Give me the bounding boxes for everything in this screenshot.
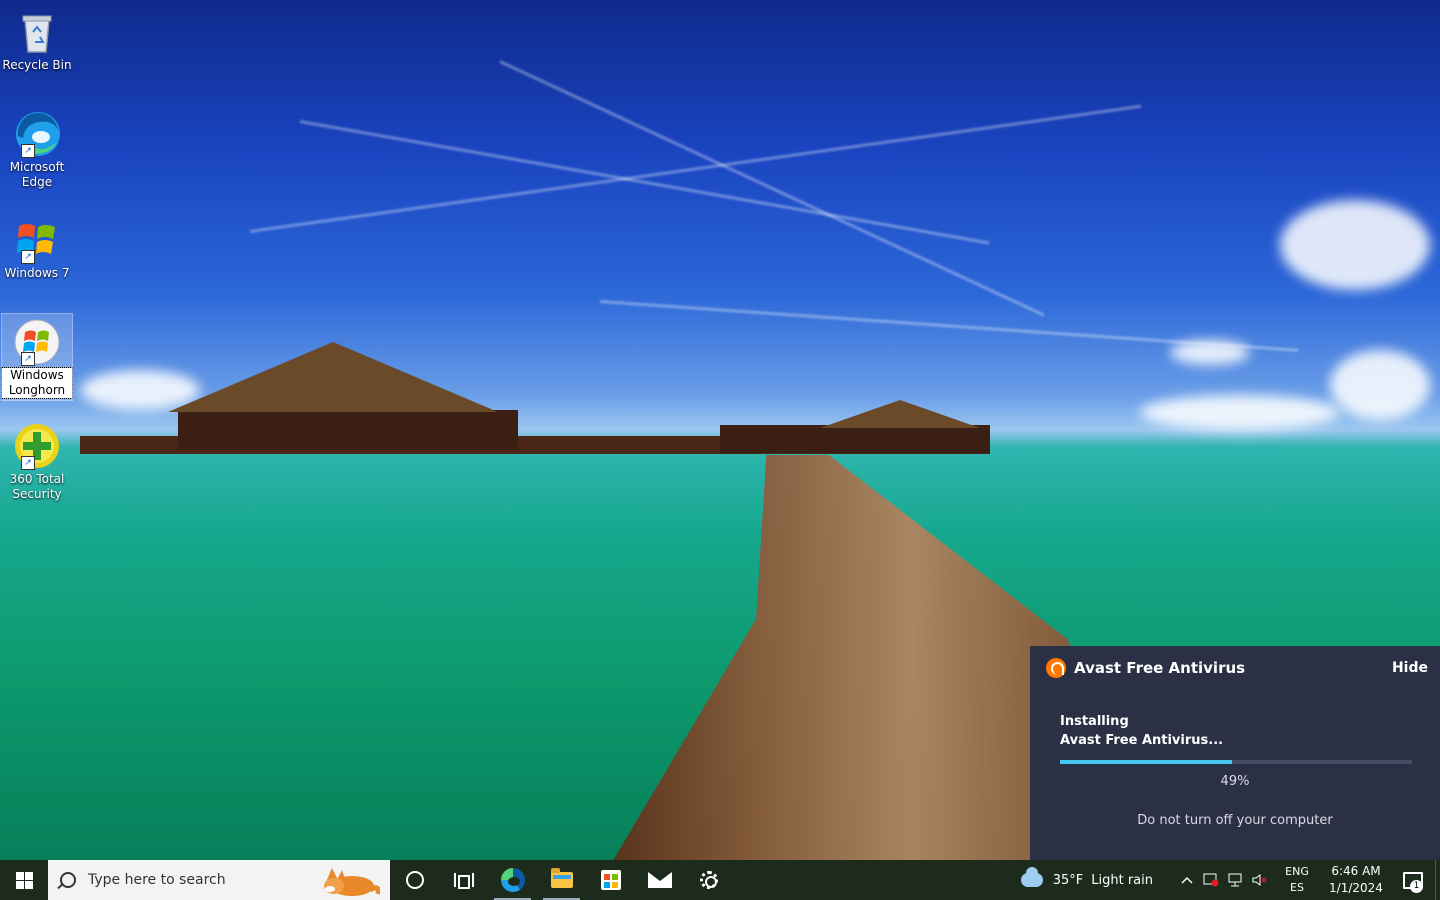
- install-progress-bar: [1060, 760, 1412, 764]
- weather-temp: 35°F: [1052, 872, 1084, 888]
- search-icon: [60, 872, 76, 888]
- rain-cloud-icon: [1020, 867, 1043, 887]
- security-alert-icon[interactable]: [1199, 860, 1223, 900]
- edge-icon: ↗: [13, 110, 61, 158]
- edge-icon: [500, 868, 525, 892]
- shortcut-arrow-icon: ↗: [21, 144, 35, 158]
- sky-streak: [249, 104, 1142, 233]
- task-view-button[interactable]: [439, 860, 488, 900]
- taskbar-settings-button[interactable]: [684, 860, 733, 900]
- settings-icon: [699, 871, 718, 889]
- shortcut-arrow-icon: ↗: [21, 352, 35, 366]
- task-view-icon: [453, 873, 474, 889]
- action-center-button[interactable]: 1: [1391, 860, 1435, 900]
- search-placeholder: Type here to search: [88, 872, 226, 888]
- notification-count-badge: 1: [1410, 880, 1423, 893]
- install-status-line: Installing: [1060, 714, 1129, 729]
- desktop-icon-recycle-bin[interactable]: Recycle Bin: [2, 4, 72, 76]
- shortcut-arrow-icon: ↗: [21, 456, 35, 470]
- fox-search-highlight-icon: [324, 868, 380, 896]
- avast-header: Avast Free Antivirus Hide: [1046, 656, 1428, 680]
- system-tray: ENG ES 6:46 AM 1/1/2024 1: [1175, 860, 1440, 900]
- start-button[interactable]: [0, 860, 48, 900]
- desktop-icon-label: Microsoft Edge: [9, 160, 65, 189]
- clock-date: 1/1/2024: [1329, 881, 1383, 895]
- taskbar-store-button[interactable]: [586, 860, 635, 900]
- taskbar-right-area: 35°F Light rain ENG ES 6:46 AM 1/1/2024: [1020, 860, 1440, 900]
- 360-security-icon: ↗: [13, 422, 61, 470]
- recycle-bin-icon: [13, 8, 61, 56]
- taskbar-edge-button[interactable]: [488, 860, 537, 900]
- cloud: [1140, 395, 1340, 430]
- language-code: ENG: [1285, 865, 1309, 878]
- weather-widget[interactable]: 35°F Light rain: [1020, 867, 1161, 888]
- taskbar-search-box[interactable]: Type here to search: [48, 860, 390, 900]
- cortana-button[interactable]: [390, 860, 439, 900]
- avast-title: Avast Free Antivirus: [1074, 659, 1246, 677]
- show-desktop-button[interactable]: [1435, 860, 1440, 900]
- cloud: [1330, 350, 1430, 420]
- install-progress-percent: 49%: [1220, 774, 1250, 789]
- store-icon: [600, 870, 621, 890]
- hut-roof: [820, 400, 980, 428]
- clock-time: 6:46 AM: [1331, 864, 1381, 878]
- desktop-icon-label: Windows 7: [4, 266, 70, 280]
- install-warning-note: Do not turn off your computer: [1137, 813, 1333, 828]
- hut: [178, 410, 518, 450]
- input-language-indicator[interactable]: ENG ES: [1277, 864, 1317, 896]
- desktop-icon-label: Windows Longhorn: [1, 367, 73, 399]
- taskbar-clock[interactable]: 6:46 AM 1/1/2024: [1321, 863, 1391, 897]
- taskbar: Type here to search 35°F Light rain ENG …: [0, 860, 1440, 900]
- desktop-icon-microsoft-edge[interactable]: ↗ Microsoft Edge: [2, 106, 72, 192]
- avast-install-panel: Avast Free Antivirus Hide Installing Ava…: [1030, 646, 1440, 860]
- avast-logo-icon: [1046, 658, 1066, 678]
- keyboard-layout-code: ES: [1290, 881, 1304, 894]
- windows-flag-icon: ↗: [13, 216, 61, 264]
- taskbar-file-explorer-button[interactable]: [537, 860, 586, 900]
- network-icon[interactable]: [1223, 860, 1247, 900]
- cortana-icon: [405, 871, 424, 889]
- weather-desc: Light rain: [1091, 872, 1153, 888]
- sky-streak: [299, 120, 990, 245]
- desktop-icon-label: Recycle Bin: [2, 58, 72, 72]
- mail-icon: [647, 872, 672, 888]
- install-status-product: Avast Free Antivirus...: [1060, 733, 1224, 748]
- windows-logo-icon: [15, 871, 33, 889]
- sky-streak: [499, 60, 1045, 317]
- install-progress-fill: [1060, 760, 1233, 764]
- desktop-icon-windows-longhorn[interactable]: ↗ Windows Longhorn: [1, 313, 73, 401]
- hut: [720, 425, 990, 453]
- install-status: Installing Avast Free Antivirus...: [1060, 712, 1223, 750]
- tray-overflow-chevron-icon[interactable]: [1175, 860, 1199, 900]
- volume-muted-icon[interactable]: [1247, 860, 1271, 900]
- desktop-icon-label: 360 Total Security: [9, 472, 65, 501]
- desktop-icon-360-total-security[interactable]: ↗ 360 Total Security: [2, 418, 72, 504]
- cloud: [1170, 340, 1250, 365]
- cloud: [1280, 200, 1430, 290]
- taskbar-mail-button[interactable]: [635, 860, 684, 900]
- hide-button[interactable]: Hide: [1392, 660, 1428, 676]
- windows-longhorn-icon: ↗: [13, 318, 61, 366]
- desktop-icon-windows-7[interactable]: ↗ Windows 7: [2, 212, 72, 284]
- hut-roof: [168, 342, 498, 412]
- shortcut-arrow-icon: ↗: [21, 250, 35, 264]
- file-explorer-icon: [550, 868, 573, 888]
